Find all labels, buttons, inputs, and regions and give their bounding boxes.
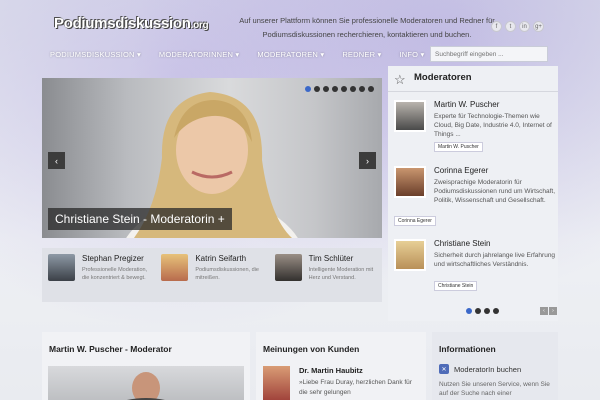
moderator-card[interactable]: Christiane Stein Sicherheit durch jahrel… bbox=[394, 239, 555, 295]
sidebar-dot[interactable] bbox=[493, 308, 499, 314]
moderator-tag[interactable]: Christiane Stein bbox=[434, 281, 478, 291]
slider-dots bbox=[305, 86, 374, 92]
slider-prev-button[interactable]: ‹ bbox=[48, 152, 65, 169]
info-panel: Informationen ✕ ModeratorIn buchen Nutze… bbox=[432, 332, 558, 400]
testimonial-name: Dr. Martin Haubitz bbox=[299, 366, 363, 375]
panel-title: Informationen bbox=[439, 344, 496, 354]
avatar bbox=[394, 239, 426, 271]
close-icon: ✕ bbox=[439, 364, 449, 374]
featured-name: Tim Schlüter bbox=[308, 254, 354, 263]
featured-item[interactable]: Katrin Seifarth Podiumsdiskussionen, die… bbox=[155, 248, 268, 302]
featured-moderators-row: Stephan Pregizer Professionelle Moderati… bbox=[42, 248, 382, 302]
moderator-desc: Zweisprachige Moderatorin für Podiumsdis… bbox=[434, 179, 556, 204]
hero-slider: ‹ › Christiane Stein - Moderatorin + bbox=[42, 78, 382, 238]
slider-dot[interactable] bbox=[305, 86, 311, 92]
slider-dot[interactable] bbox=[332, 86, 338, 92]
nav-item-info[interactable]: INFO ▾ bbox=[399, 50, 424, 59]
moderator-name[interactable]: Martin W. Puscher bbox=[434, 100, 499, 109]
slider-caption[interactable]: Christiane Stein - Moderatorin + bbox=[48, 208, 232, 230]
star-icon: ☆ bbox=[394, 72, 406, 87]
panel-title: Meinungen von Kunden bbox=[263, 344, 360, 354]
info-link-label[interactable]: ModeratorIn buchen bbox=[454, 365, 521, 374]
sidebar-prev-button[interactable]: ‹ bbox=[540, 307, 548, 315]
sidebar-next-button[interactable]: › bbox=[549, 307, 557, 315]
page-wrapper: Podiumsdiskussion.org Auf unserer Plattf… bbox=[42, 0, 558, 400]
slider-dot[interactable] bbox=[350, 86, 356, 92]
nav-item-moderatorinnen[interactable]: MODERATORINNEN ▾ bbox=[159, 50, 239, 59]
facebook-icon[interactable]: f bbox=[491, 21, 502, 32]
testimonial-text: »Liebe Frau Duray, herzlichen Dank für d… bbox=[299, 379, 412, 396]
avatar bbox=[394, 166, 426, 198]
avatar bbox=[161, 254, 189, 281]
info-text: Nutzen Sie unseren Service, wenn Sie auf… bbox=[439, 381, 550, 397]
slider-dot[interactable] bbox=[314, 86, 320, 92]
moderator-card[interactable]: Corinna Egerer Zweisprachige Moderatorin… bbox=[394, 166, 555, 226]
moderator-panel: Martin W. Puscher - Moderator bbox=[42, 332, 250, 400]
moderator-desc: Experte für Technologie-Themen wie Cloud… bbox=[434, 113, 552, 138]
site-logo[interactable]: Podiumsdiskussion.org bbox=[54, 15, 209, 32]
main-nav: PODIUMSDISKUSSION ▾ MODERATORINNEN ▾ MOD… bbox=[42, 42, 558, 66]
featured-desc: Intelligente Moderation mit Herz und Ver… bbox=[308, 267, 374, 281]
site-tagline: Auf unserer Plattform können Sie profess… bbox=[239, 16, 495, 39]
moderatoren-sidebar: ☆ Moderatoren Martin W. Puscher Experte … bbox=[388, 66, 558, 321]
moderator-tag[interactable]: Corinna Egerer bbox=[394, 216, 436, 226]
sidebar-title: Moderatoren bbox=[388, 66, 558, 92]
featured-item[interactable]: Tim Schlüter Intelligente Moderation mit… bbox=[269, 248, 382, 302]
sidebar-dot[interactable] bbox=[466, 308, 472, 314]
nav-item-podiumsdiskussion[interactable]: PODIUMSDISKUSSION ▾ bbox=[50, 50, 141, 59]
avatar bbox=[274, 254, 302, 281]
slider-dot[interactable] bbox=[359, 86, 365, 92]
featured-name: Stephan Pregizer bbox=[82, 254, 144, 263]
panel-title: Martin W. Puscher - Moderator bbox=[49, 344, 172, 354]
linkedin-icon[interactable]: in bbox=[519, 21, 530, 32]
search-input[interactable] bbox=[430, 46, 548, 62]
moderator-card[interactable]: Martin W. Puscher Experte für Technologi… bbox=[394, 100, 554, 156]
moderator-tag[interactable]: Martin W. Puscher bbox=[434, 142, 483, 152]
featured-name: Katrin Seifarth bbox=[195, 254, 247, 263]
nav-item-redner[interactable]: REDNER ▾ bbox=[342, 50, 381, 59]
twitter-icon[interactable]: t bbox=[505, 21, 516, 32]
avatar bbox=[394, 100, 426, 132]
sidebar-dots bbox=[466, 308, 499, 314]
avatar bbox=[263, 366, 290, 400]
sidebar-dot[interactable] bbox=[475, 308, 481, 314]
featured-desc: Podiumsdiskussionen, die mitreißen. bbox=[195, 267, 259, 281]
featured-item[interactable]: Stephan Pregizer Professionelle Moderati… bbox=[42, 248, 155, 302]
slider-dot[interactable] bbox=[341, 86, 347, 92]
nav-item-moderatoren[interactable]: MODERATOREN ▾ bbox=[257, 50, 324, 59]
moderator-photo bbox=[48, 366, 244, 400]
avatar bbox=[48, 254, 75, 281]
moderator-name[interactable]: Christiane Stein bbox=[434, 239, 490, 248]
googleplus-icon[interactable]: g+ bbox=[533, 21, 544, 32]
social-links: f t in g+ bbox=[491, 21, 544, 32]
sidebar-dot[interactable] bbox=[484, 308, 490, 314]
moderator-photo-figure bbox=[127, 372, 165, 400]
featured-desc: Professionelle Moderation, die konzentri… bbox=[82, 267, 148, 281]
slider-next-button[interactable]: › bbox=[359, 152, 376, 169]
moderator-name[interactable]: Corinna Egerer bbox=[434, 166, 488, 175]
slider-dot[interactable] bbox=[368, 86, 374, 92]
kunden-panel: Meinungen von Kunden Dr. Martin Haubitz … bbox=[256, 332, 426, 400]
moderator-desc: Sicherheit durch jahrelange live Erfahru… bbox=[434, 252, 556, 268]
slider-dot[interactable] bbox=[323, 86, 329, 92]
